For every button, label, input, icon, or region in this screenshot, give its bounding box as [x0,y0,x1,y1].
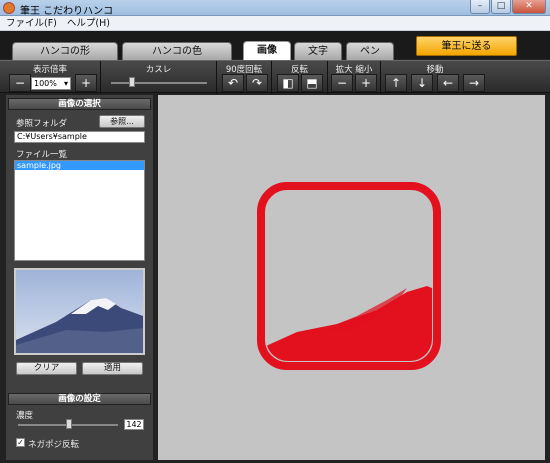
tab-stamp-shape[interactable]: ハンコの形 [12,42,118,60]
kasure-slider[interactable] [111,82,207,84]
apply-button[interactable]: 適用 [82,362,143,375]
kasure-label: カスレ [145,65,172,75]
window-title: 筆王 こだわりハンコ [20,6,114,17]
density-value-field[interactable]: 142 [124,419,144,430]
zoom-select[interactable]: 100% [31,77,71,90]
move-group: 移動 ↑ ↓ ← → [381,61,489,94]
tab-text[interactable]: 文字 [294,42,342,60]
file-list[interactable]: sample.jpg [14,160,145,261]
app-icon [3,2,15,14]
tab-stamp-color[interactable]: ハンコの色 [122,42,232,60]
negapoji-label: ネガポジ反転 [28,440,80,450]
density-label: 濃度 [16,411,34,421]
kasure-slider-thumb[interactable] [129,77,135,87]
file-list-item[interactable]: sample.jpg [15,161,144,170]
zoom-out-button[interactable]: − [9,74,31,92]
move-down-icon[interactable]: ↓ [411,74,433,92]
rotate-left-icon[interactable]: ↶ [222,74,244,92]
scale-group: 拡大 縮小 − + [328,61,381,94]
kasure-group: カスレ [101,61,217,94]
enlarge-button[interactable]: + [355,74,377,92]
image-preview [14,268,145,355]
toolbar: 表示倍率 − 100% + カスレ 90度回転 ↶ ↷ 反転 ◧ ⬒ 拡大 縮小… [0,60,550,94]
maximize-button[interactable]: □ [491,0,511,14]
close-button[interactable]: ✕ [512,0,546,14]
menu-help[interactable]: ヘルプ(H) [67,16,110,30]
folder-path-input[interactable]: C:¥Users¥sample [14,131,145,143]
menu-bar: ファイル(F) ヘルプ(H) [0,16,550,31]
move-up-icon[interactable]: ↑ [385,74,407,92]
menu-file[interactable]: ファイル(F) [6,16,57,30]
image-select-header: 画像の選択 [8,98,151,110]
title-bar: 筆王 こだわりハンコ – □ ✕ [0,0,550,17]
zoom-in-button[interactable]: + [75,74,97,92]
rotate-group: 90度回転 ↶ ↷ [217,61,272,94]
stamp-preview [257,182,441,370]
move-left-icon[interactable]: ← [437,74,459,92]
browse-button[interactable]: 参照... [99,115,145,128]
folder-label: 参照フォルダ [16,119,68,129]
rotate-right-icon[interactable]: ↷ [246,74,268,92]
move-right-icon[interactable]: → [463,74,485,92]
flip-vertical-icon[interactable]: ⬒ [301,74,323,92]
tab-pen[interactable]: ペン [346,42,394,60]
flip-horizontal-icon[interactable]: ◧ [277,74,299,92]
density-slider-thumb[interactable] [66,419,72,429]
zoom-group: 表示倍率 − 100% + [0,61,101,94]
file-list-label: ファイル一覧 [16,150,68,160]
negapoji-checkbox[interactable]: ✓ [16,438,25,447]
send-to-fudeoh-button[interactable]: 筆王に送る [416,36,517,56]
flip-group: 反転 ◧ ⬒ [272,61,328,94]
clear-button[interactable]: クリア [16,362,77,375]
tab-image[interactable]: 画像 [243,41,291,60]
image-settings-header: 画像の設定 [8,393,151,405]
minimize-button[interactable]: – [470,0,490,14]
shrink-button[interactable]: − [331,74,353,92]
